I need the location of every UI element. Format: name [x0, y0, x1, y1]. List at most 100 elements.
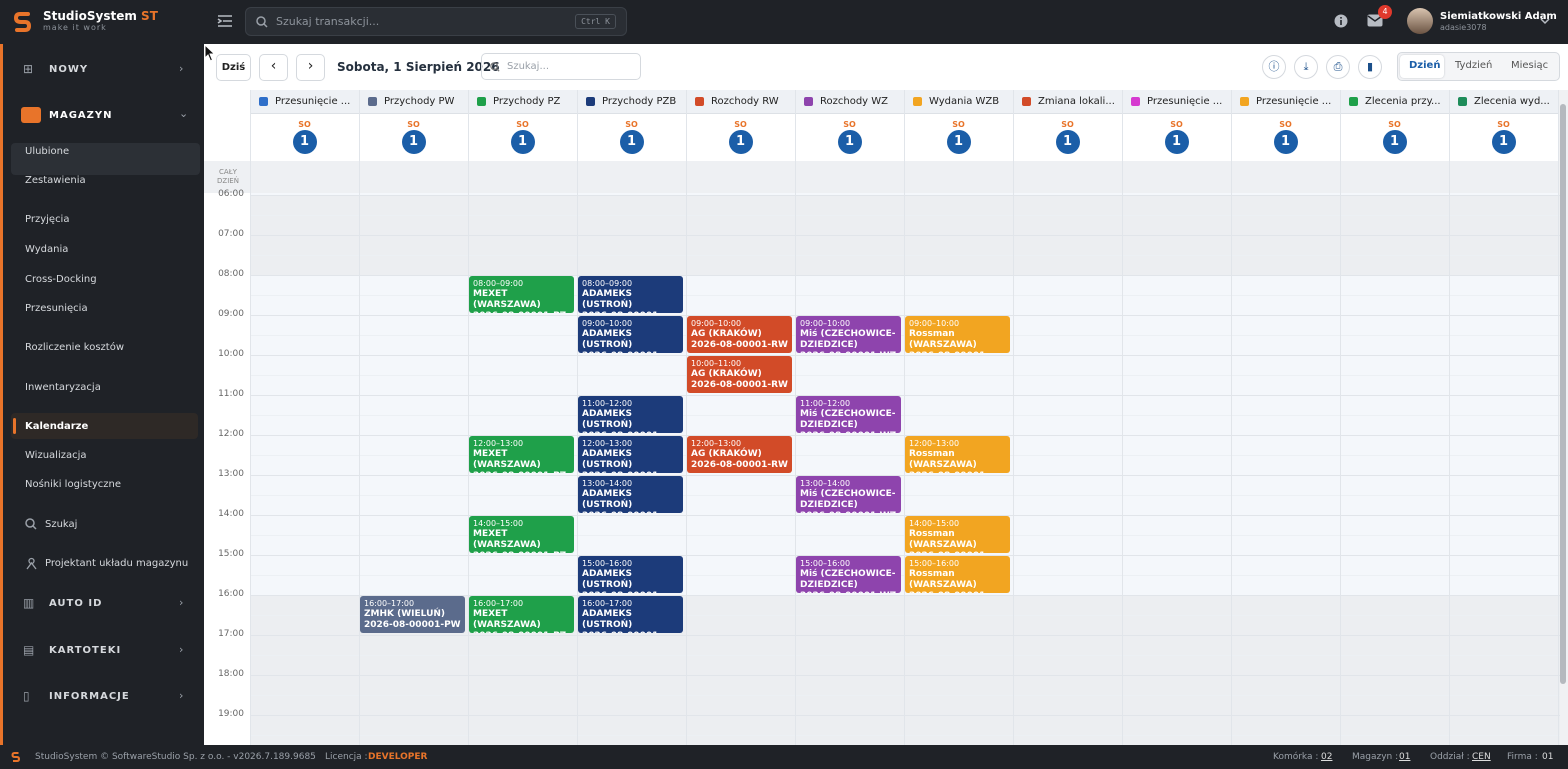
calendar-event[interactable]: 09:00–10:00Miś (CZECHOWICE-DZIEDZICE)202…	[796, 316, 901, 353]
hour-label: 10:00	[218, 349, 244, 359]
calendar-event[interactable]: 16:00–17:00 ZMHK (WIELUŃ) 2026-08-00001-PW	[360, 596, 465, 633]
column-header[interactable]: Zlecenia wyd...	[1449, 90, 1558, 114]
sidebar-item-search[interactable]: Szukaj	[45, 519, 77, 530]
sidebar-item-designer[interactable]: Projektant układu magazynu	[45, 558, 188, 569]
menu-collapse-icon[interactable]	[216, 12, 234, 30]
column-header[interactable]: Przychody PZB	[577, 90, 686, 114]
search-shortcut: Ctrl K	[575, 14, 616, 29]
sidebar-item-ulubione[interactable]: Ulubione	[25, 146, 69, 157]
warehouse-value[interactable]: 01	[1399, 752, 1410, 762]
chevron-down-icon[interactable]	[1540, 18, 1550, 25]
column-header[interactable]: Rozchody WZ	[795, 90, 904, 114]
column-header[interactable]: Przesunięcie ...	[250, 90, 359, 114]
stats-button[interactable]: ▮	[1358, 55, 1382, 79]
sidebar-item-nosniki[interactable]: Nośniki logistyczne	[25, 479, 121, 490]
next-day-button[interactable]: ›	[296, 54, 325, 81]
calendar-event[interactable]: 14:00–15:00Rossman (WARSZAWA)2026-08-000…	[905, 516, 1010, 553]
company-value[interactable]: 01	[1542, 752, 1553, 762]
column-header[interactable]: Rozchody RW	[686, 90, 795, 114]
column-header[interactable]: Wydania WZB	[904, 90, 1013, 114]
calendar-event[interactable]: 13:00–14:00Miś (CZECHOWICE-DZIEDZICE)202…	[796, 476, 901, 513]
calendar-event[interactable]: 14:00–15:00MEXET (WARSZAWA)2026-08-00001…	[469, 516, 574, 553]
branch-value[interactable]: CEN	[1472, 752, 1491, 762]
column-count-badge[interactable]: 1	[1055, 130, 1080, 154]
column-header[interactable]: Zmiana lokali...	[1013, 90, 1122, 114]
sidebar-item-cross-docking[interactable]: Cross-Docking	[25, 274, 97, 285]
calendar-event[interactable]: 10:00–11:00 AG (KRAKÓW) 2026-08-00001-RW	[687, 356, 792, 393]
column-header[interactable]: Przesunięcie ...	[1231, 90, 1340, 114]
calendar-event[interactable]: 12:00–13:00Rossman (WARSZAWA)2026-08-000…	[905, 436, 1010, 473]
sidebar-item-wizualizacja[interactable]: Wizualizacja	[25, 450, 87, 461]
calendar-event[interactable]: 12:00–13:00MEXET (WARSZAWA)2026-08-00001…	[469, 436, 574, 473]
calendar-event[interactable]: 11:00–12:00Miś (CZECHOWICE-DZIEDZICE)202…	[796, 396, 901, 433]
info-icon[interactable]	[1334, 14, 1348, 28]
chevron-down-icon[interactable]: ⌄	[179, 107, 188, 120]
sidebar-item-przesuniecia[interactable]: Przesunięcia	[25, 303, 88, 314]
calendar-event[interactable]: 16:00–17:00MEXET (WARSZAWA)2026-08-00001…	[469, 596, 574, 633]
hour-label: 08:00	[218, 269, 244, 279]
column-count-badge[interactable]: 1	[1491, 130, 1516, 154]
print-button[interactable]: ⎙	[1326, 55, 1350, 79]
sidebar-item-zestawienia[interactable]: Zestawienia	[25, 175, 86, 186]
calendar-event[interactable]: 15:00–16:00ADAMEKS (USTROŃ)2026-08-00001…	[578, 556, 683, 593]
chevron-right-icon[interactable]: ›	[179, 596, 183, 609]
column-header[interactable]: Przychody PW	[359, 90, 468, 114]
column-header[interactable]: Przychody PZ	[468, 90, 577, 114]
calendar-event[interactable]: 15:00–16:00Rossman (WARSZAWA)2026-08-000…	[905, 556, 1010, 593]
calendar-event[interactable]: 11:00–12:00ADAMEKS (USTROŃ)2026-08-00001…	[578, 396, 683, 433]
calendar-event[interactable]: 08:00–09:00MEXET (WARSZAWA)2026-08-00001…	[469, 276, 574, 313]
column-count-badge[interactable]: 1	[292, 130, 317, 154]
calendar-event[interactable]: 15:00–16:00Miś (CZECHOWICE-DZIEDZICE)202…	[796, 556, 901, 593]
column-count-badge[interactable]: 1	[510, 130, 535, 154]
column-count-badge[interactable]: 1	[1273, 130, 1298, 154]
sidebar-auto-id[interactable]: AUTO ID	[49, 598, 102, 609]
sidebar-item-kalendarze[interactable]: Kalendarze	[25, 421, 88, 432]
calendar-search-input[interactable]: Szukaj...	[481, 53, 641, 80]
sidebar-warehouse[interactable]: MAGAZYN	[49, 110, 113, 121]
user-avatar[interactable]	[1407, 8, 1433, 34]
column-header[interactable]: Przesunięcie ...	[1122, 90, 1231, 114]
sidebar-new[interactable]: NOWY	[49, 64, 88, 75]
sidebar-informacje[interactable]: INFORMACJE	[49, 691, 130, 702]
info-button[interactable]: ⓘ	[1262, 55, 1286, 79]
column-count-badge[interactable]: 1	[728, 130, 753, 154]
calendar-event[interactable]: 08:00–09:00ADAMEKS (USTROŃ)2026-08-00001…	[578, 276, 683, 313]
column-color-swatch	[1349, 97, 1358, 106]
view-month-tab[interactable]: Miesiąc	[1511, 60, 1548, 71]
column-count-badge[interactable]: 1	[401, 130, 426, 154]
sidebar-item-przyjecia[interactable]: Przyjęcia	[25, 214, 69, 225]
chevron-right-icon[interactable]: ›	[179, 643, 183, 656]
column-count-badge[interactable]: 1	[837, 130, 862, 154]
view-week-tab[interactable]: Tydzień	[1455, 60, 1492, 71]
calendar-event[interactable]: 12:00–13:00 AG (KRAKÓW) 2026-08-00001-RW	[687, 436, 792, 473]
column-count-badge[interactable]: 1	[1382, 130, 1407, 154]
chevron-right-icon[interactable]: ›	[179, 62, 183, 75]
sidebar-kartoteki[interactable]: KARTOTEKI	[49, 645, 121, 656]
today-button[interactable]: Dziś	[216, 54, 251, 81]
column-count-badge[interactable]: 1	[619, 130, 644, 154]
sidebar-item-wydania[interactable]: Wydania	[25, 244, 68, 255]
calendar-event[interactable]: 09:00–10:00ADAMEKS (USTROŃ)2026-08-00001…	[578, 316, 683, 353]
hour-label: 15:00	[218, 549, 244, 559]
calendar-event[interactable]: 09:00–10:00Rossman (WARSZAWA)2026-08-000…	[905, 316, 1010, 353]
column-count-badge[interactable]: 1	[946, 130, 971, 154]
company-label: Firma :	[1507, 752, 1538, 762]
column-title: Zmiana lokali...	[1038, 96, 1115, 107]
view-day-tab[interactable]: Dzień	[1409, 60, 1440, 71]
transaction-search-input[interactable]: Szukaj transakcji... Ctrl K	[245, 7, 627, 36]
column-count: SO 1	[1340, 114, 1449, 161]
prev-day-button[interactable]: ‹	[259, 54, 288, 81]
column-header[interactable]: Zlecenia przy...	[1340, 90, 1449, 114]
calendar-event[interactable]: 09:00–10:00 AG (KRAKÓW) 2026-08-00001-RW	[687, 316, 792, 353]
column-count-badge[interactable]: 1	[1164, 130, 1189, 154]
scrollbar-thumb[interactable]	[1560, 104, 1566, 684]
event-document: 2026-08-00001-WZB	[909, 471, 1006, 473]
chevron-right-icon[interactable]: ›	[179, 689, 183, 702]
cell-value[interactable]: 02	[1321, 752, 1332, 762]
sidebar-item-inwentaryzacja[interactable]: Inwentaryzacja	[25, 382, 101, 393]
calendar-event[interactable]: 16:00–17:00ADAMEKS (USTROŃ)2026-08-00001…	[578, 596, 683, 633]
calendar-event[interactable]: 12:00–13:00ADAMEKS (USTROŃ)2026-08-00001…	[578, 436, 683, 473]
download-button[interactable]: ⤓	[1294, 55, 1318, 79]
calendar-event[interactable]: 13:00–14:00ADAMEKS (USTROŃ)2026-08-00001…	[578, 476, 683, 513]
sidebar-item-rozliczenie[interactable]: Rozliczenie kosztów	[25, 342, 124, 353]
